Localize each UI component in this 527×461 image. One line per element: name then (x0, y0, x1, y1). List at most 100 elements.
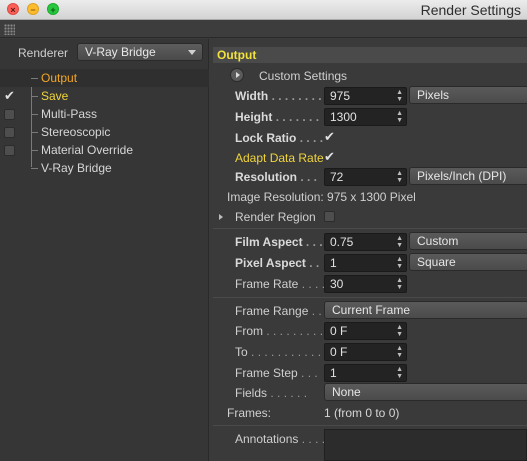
close-icon: × (10, 5, 16, 15)
from-row: From . . . . . . . . . 0 F ▲ ▼ (213, 321, 527, 341)
frame-range-label: Frame Range . . . (235, 304, 329, 318)
adapt-data-rate-checkbox[interactable]: ✔ (324, 149, 335, 165)
resolution-input[interactable]: 72 ▲ ▼ (324, 168, 407, 186)
frame-step-row: Frame Step . . . 1 ▲ ▼ (213, 363, 527, 383)
section-title: Output (213, 47, 527, 63)
play-icon[interactable] (230, 68, 244, 82)
settings-sidebar: Renderer V-Ray Bridge Output ✔ Save Mult… (0, 39, 209, 461)
tree-item-vray-bridge[interactable]: V-Ray Bridge (0, 159, 209, 177)
divider (213, 297, 527, 298)
tree-branch (31, 114, 38, 115)
height-row: Height . . . . . . . 1300 ▲ ▼ (213, 107, 527, 127)
width-input[interactable]: 975 ▲ ▼ (324, 87, 407, 105)
expand-arrow-icon[interactable] (219, 214, 223, 220)
tree-branch (31, 168, 38, 169)
resolution-label: Resolution . . . (235, 170, 318, 184)
title-bar: × − + Render Settings (0, 0, 527, 20)
film-aspect-select[interactable]: Custom (409, 232, 527, 250)
renderer-value: V-Ray Bridge (85, 45, 156, 59)
pixel-aspect-input[interactable]: 1 ▲ ▼ (324, 254, 407, 272)
tree-item-label: Multi-Pass (41, 107, 98, 121)
adapt-data-rate-row: Adapt Data Rate ✔ (213, 148, 527, 168)
tree-branch (31, 78, 38, 79)
frame-rate-row: Frame Rate . . . . 30 ▲ ▼ (213, 274, 527, 294)
custom-settings-label: Custom Settings (259, 69, 348, 83)
close-window-button[interactable]: × (7, 3, 19, 15)
settings-tree: Output ✔ Save Multi-Pass Stereoscopic Ma… (0, 69, 209, 177)
film-aspect-input[interactable]: 0.75 ▲ ▼ (324, 233, 407, 251)
tree-branch (31, 132, 38, 133)
tree-branch (31, 150, 38, 151)
grip-icon[interactable] (4, 24, 15, 35)
tree-item-material-override[interactable]: Material Override (0, 141, 209, 159)
film-aspect-label: Film Aspect . . . (235, 235, 323, 249)
to-label: To . . . . . . . . . . . (235, 345, 322, 359)
to-row: To . . . . . . . . . . . 0 F ▲ ▼ (213, 342, 527, 362)
divider (213, 425, 527, 426)
render-region-label: Render Region (235, 210, 316, 224)
pixel-aspect-select[interactable]: Square (409, 253, 527, 271)
width-label: Width . . . . . . . . (235, 89, 322, 103)
annotations-textarea[interactable] (324, 429, 527, 461)
frames-row: Frames: 1 (from 0 to 0) (213, 403, 527, 423)
frame-rate-label: Frame Rate . . . . (235, 277, 326, 291)
renderer-label: Renderer (18, 46, 69, 60)
enable-checkbox[interactable] (4, 109, 15, 120)
from-input[interactable]: 0 F ▲ ▼ (324, 322, 407, 340)
resolution-row: Resolution . . . 72 ▲ ▼ Pixels/Inch (DPI) (213, 167, 527, 187)
frame-step-input[interactable]: 1 ▲ ▼ (324, 364, 407, 382)
pixel-aspect-row: Pixel Aspect . . 1 ▲ ▼ Square (213, 253, 527, 273)
divider (213, 228, 527, 229)
frames-value: 1 (from 0 to 0) (324, 406, 400, 420)
film-aspect-row: Film Aspect . . . 0.75 ▲ ▼ Custom (213, 232, 527, 252)
frame-step-label: Frame Step . . . (235, 366, 318, 380)
fields-label: Fields . . . . . . (235, 386, 308, 400)
tree-item-save[interactable]: ✔ Save (0, 87, 209, 105)
frame-rate-input[interactable]: 30 ▲ ▼ (324, 275, 407, 293)
annotations-label: Annotations . . . . (235, 432, 326, 446)
tree-item-stereoscopic[interactable]: Stereoscopic (0, 123, 209, 141)
lock-ratio-row: Lock Ratio . . . . ✔ (213, 128, 527, 148)
render-region-row: Render Region (213, 207, 527, 227)
toolbar (0, 20, 527, 38)
checkmark-icon[interactable]: ✔ (4, 88, 15, 103)
width-row: Width . . . . . . . . 975 ▲ ▼ Pixels (213, 86, 527, 106)
tree-branch (31, 96, 38, 97)
from-label: From . . . . . . . . . (235, 324, 324, 338)
frame-range-select[interactable]: Current Frame (324, 301, 527, 319)
fields-row: Fields . . . . . . None (213, 383, 527, 403)
settings-panel: Output Custom Settings Width . . . . . .… (213, 39, 527, 461)
maximize-window-button[interactable]: + (47, 3, 59, 15)
tree-item-multi-pass[interactable]: Multi-Pass (0, 105, 209, 123)
tree-item-output[interactable]: Output (0, 69, 209, 87)
enable-checkbox[interactable] (4, 127, 15, 138)
to-input[interactable]: 0 F ▲ ▼ (324, 343, 407, 361)
fields-select[interactable]: None (324, 383, 527, 401)
minimize-icon: − (30, 5, 36, 15)
frames-label: Frames: (227, 406, 272, 420)
renderer-select[interactable]: V-Ray Bridge (77, 43, 203, 61)
width-unit-select[interactable]: Pixels (409, 86, 527, 104)
image-resolution-row: Image Resolution: 975 x 1300 Pixel (213, 187, 527, 207)
tree-item-label: Material Override (41, 143, 134, 157)
custom-settings-row: Custom Settings (213, 66, 527, 86)
chevron-down-icon (188, 50, 196, 55)
lock-ratio-checkbox[interactable]: ✔ (324, 129, 335, 145)
resolution-unit-select[interactable]: Pixels/Inch (DPI) (409, 167, 527, 185)
maximize-icon: + (50, 5, 56, 15)
tree-item-label: Stereoscopic (41, 125, 111, 139)
height-label: Height . . . . . . . (235, 110, 320, 124)
adapt-data-rate-label: Adapt Data Rate (235, 151, 324, 165)
tree-item-label: Save (41, 89, 69, 103)
tree-item-label: Output (41, 71, 78, 85)
height-input[interactable]: 1300 ▲ ▼ (324, 108, 407, 126)
render-region-checkbox[interactable] (324, 211, 335, 222)
pixel-aspect-label: Pixel Aspect . . (235, 256, 320, 270)
tree-item-label: V-Ray Bridge (41, 161, 112, 175)
image-resolution-text: Image Resolution: 975 x 1300 Pixel (227, 190, 416, 204)
window-title: Render Settings (420, 2, 521, 18)
enable-checkbox[interactable] (4, 145, 15, 156)
minimize-window-button[interactable]: − (27, 3, 39, 15)
frame-range-row: Frame Range . . . Current Frame (213, 301, 527, 321)
lock-ratio-label: Lock Ratio . . . . (235, 131, 324, 145)
